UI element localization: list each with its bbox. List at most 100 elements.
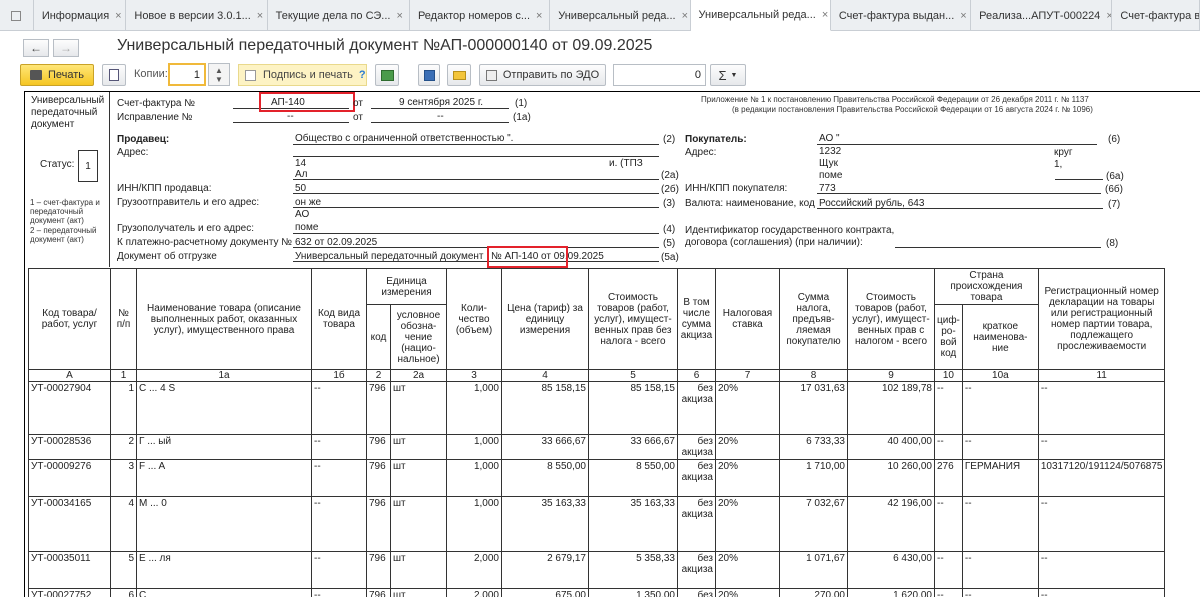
status-value: 1 — [78, 150, 98, 182]
preview-button[interactable] — [102, 64, 126, 86]
index-cell: 6 — [677, 369, 716, 382]
index-cell: 2 — [366, 369, 391, 382]
table-cell-np: 1 — [110, 381, 137, 435]
close-icon[interactable]: × — [115, 10, 121, 22]
table-cell-rate: 20% — [715, 381, 780, 435]
goods-table: Код товара/ работ, услуг № п/п Наименова… — [28, 268, 1166, 597]
spin-down-icon[interactable]: ▼ — [215, 75, 223, 84]
table-cell-ccode: -- — [934, 381, 963, 435]
table-row: УТ-00027752 6 С -- 796 шт 2,000 675,00 1 350,00 б… — [28, 588, 1166, 597]
address-label: Адрес: — [117, 147, 149, 158]
table-cell-unit_code: 796 — [366, 434, 391, 460]
print-button[interactable]: Печать — [20, 64, 94, 86]
spin-up-icon[interactable]: ▲ — [215, 66, 223, 75]
table-cell-unit: шт — [390, 459, 447, 497]
table-cell-decl: -- — [1037, 434, 1166, 460]
close-icon[interactable]: × — [536, 10, 542, 22]
table-cell-ccode: -- — [934, 496, 963, 552]
table-cell-decl: -- — [1037, 496, 1166, 552]
tab-info[interactable]: Информация × — [34, 0, 127, 31]
shipment-value: Универсальный передаточный документ — [295, 251, 484, 262]
field-code: (2а) — [661, 170, 679, 181]
sign-and-print-toggle[interactable]: Подпись и печать ? — [238, 64, 367, 86]
table-cell-unit_code: 796 — [366, 551, 391, 589]
tab-invoice-issued[interactable]: Счет-фактура выдан... × — [831, 0, 972, 31]
sign-checkbox[interactable] — [245, 69, 256, 81]
highlight-box — [259, 92, 355, 112]
tab-current-tasks[interactable]: Текущие дела по СЭ... × — [268, 0, 410, 31]
help-icon[interactable]: ? — [359, 69, 366, 81]
sigma-button[interactable]: Σ ▼ — [710, 64, 746, 86]
table-cell-name: Е ... ля — [136, 551, 312, 589]
table-cell-cname: -- — [961, 588, 1039, 597]
table-cell-cname: -- — [961, 551, 1039, 589]
table-cell-total: 6 430,00 — [847, 551, 935, 589]
col-header: Код товара/ работ, услуг — [28, 268, 111, 370]
forward-button[interactable]: → — [53, 39, 79, 57]
buyer-address-label: Адрес: — [685, 147, 717, 158]
sum-field[interactable]: 0 — [613, 64, 706, 86]
table-cell-unit: шт — [390, 551, 447, 589]
status-note: передаточный — [30, 207, 84, 216]
field-code: (1) — [515, 98, 528, 109]
correction-label: Исправление № — [117, 112, 193, 123]
floppy-icon — [423, 69, 435, 81]
side-title-3: документ — [31, 119, 75, 130]
edit-doc-button[interactable] — [375, 64, 399, 86]
buyer-value: АО " — [819, 133, 840, 144]
col-header: Налоговая ставка — [715, 268, 780, 370]
close-icon[interactable]: × — [960, 10, 966, 22]
copies-stepper[interactable]: ▲ ▼ — [208, 63, 230, 86]
tab-news[interactable]: Новое в версии 3.0.1... × — [126, 0, 268, 31]
buyer-label: Покупатель: — [685, 134, 747, 145]
field-code: (4) — [663, 224, 676, 235]
table-cell-total: 102 189,78 — [847, 381, 935, 435]
table-cell-ccode: -- — [934, 588, 963, 597]
buyer-address-line: 1, — [1054, 159, 1063, 170]
close-icon[interactable]: × — [822, 9, 828, 21]
magnifier-doc-icon — [109, 69, 119, 81]
tab-upd-2[interactable]: Универсальный реда... × — [690, 0, 831, 31]
close-icon[interactable]: × — [257, 10, 263, 22]
appendix-note: (в редакции постановления Правительства … — [732, 105, 1093, 114]
payment-label: К платежно-расчетному документу № — [117, 237, 293, 248]
seller-address-line: 14 — [295, 158, 307, 169]
tab-number-editor[interactable]: Редактор номеров с... × — [410, 0, 551, 31]
send-edo-button[interactable]: Отправить по ЭДО — [479, 64, 606, 86]
email-button[interactable] — [447, 64, 471, 86]
table-cell-cost: 35 163,33 — [588, 496, 678, 552]
field-code: (5) — [663, 238, 676, 249]
table-cell-cname: ГЕРМАНИЯ — [961, 459, 1039, 497]
tab-home[interactable] — [0, 0, 34, 31]
table-cell-unit: шт — [390, 434, 447, 460]
index-cell: 5 — [588, 369, 678, 382]
tab-invoice-2[interactable]: Счет-фактура выд — [1112, 0, 1200, 31]
table-cell-total: 1 620,00 — [847, 588, 935, 597]
back-button[interactable]: ← — [23, 39, 49, 57]
tab-sales[interactable]: Реализа...АПУТ-000224 × — [971, 0, 1113, 31]
table-cell-excise: без акциза — [677, 434, 716, 460]
status-note: 1 – счет-фактура и — [30, 198, 100, 207]
col-header: Стоимость товаров (работ, услуг), имущес… — [588, 268, 678, 370]
shipment-label: Документ об отгрузке — [117, 251, 217, 262]
table-row: УТ-00028536 2 Г ... ый -- 796 шт 1,000 33 666,6… — [28, 434, 1166, 460]
table-cell-code: УТ-00027752 — [28, 588, 111, 597]
table-cell-qty: 1,000 — [446, 459, 502, 497]
tab-upd-1[interactable]: Универсальный реда... × — [550, 0, 691, 31]
gov-contract-label: Идентификатор государственного контракта… — [685, 225, 895, 236]
table-cell-code: УТ-00034165 — [28, 496, 111, 552]
close-icon[interactable]: × — [682, 10, 688, 22]
close-icon[interactable]: × — [396, 10, 402, 22]
buyer-address-line: поме — [819, 170, 843, 181]
table-cell-total: 42 196,00 — [847, 496, 935, 552]
table-cell-ccode: 276 — [934, 459, 963, 497]
copies-input[interactable]: 1 — [168, 63, 206, 86]
index-cell: 1б — [311, 369, 367, 382]
table-cell-tax: 1 710,00 — [779, 459, 848, 497]
table-cell-price: 2 679,17 — [501, 551, 589, 589]
index-cell: 10а — [961, 369, 1039, 382]
highlight-box — [487, 246, 568, 268]
save-button[interactable] — [418, 64, 440, 86]
table-cell-kind: -- — [311, 434, 367, 460]
envelope-icon — [452, 70, 466, 80]
